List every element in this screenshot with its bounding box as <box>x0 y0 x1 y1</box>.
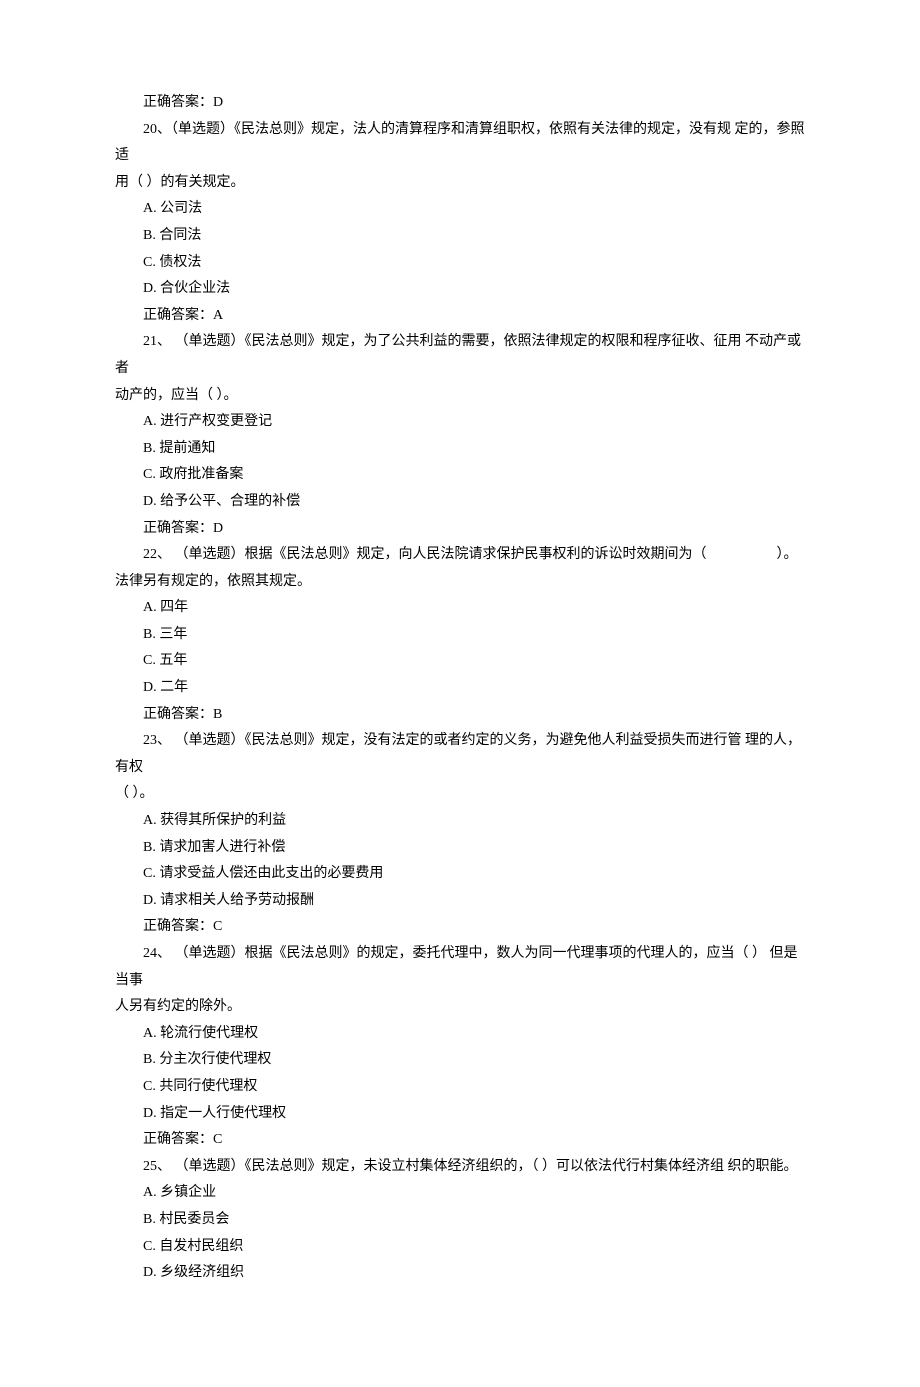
question-type: （单选题） <box>171 334 245 349</box>
option-a: A. 获得其所保护的利益 <box>115 808 805 835</box>
answer-line: 正确答案：D <box>115 516 805 543</box>
option-d: D. 乡级经济组织 <box>115 1260 805 1287</box>
option-c: C. 债权法 <box>115 250 805 277</box>
answer-value: A <box>213 308 223 323</box>
question-text: 根据《民法总则》规定，向人民法院请求保护民事权利的诉讼时效期间为（ ）。 <box>245 547 798 562</box>
option-c: C. 五年 <box>115 648 805 675</box>
question-stem: 20、（单选题）《民法总则》规定，法人的清算程序和清算组职权，依照有关法律的规定… <box>115 117 805 170</box>
answer-line: 正确答案：C <box>115 914 805 941</box>
question-stem: 22、 （单选题）根据《民法总则》规定，向人民法院请求保护民事权利的诉讼时效期间… <box>115 542 805 569</box>
option-c: C. 请求受益人偿还由此支出的必要费用 <box>115 861 805 888</box>
option-b: B. 村民委员会 <box>115 1207 805 1234</box>
option-d: D. 二年 <box>115 675 805 702</box>
answer-value: B <box>213 707 222 722</box>
answer-line: 正确答案：B <box>115 702 805 729</box>
question-number: 21、 <box>143 334 171 349</box>
question-number: 20、 <box>143 122 171 137</box>
answer-label: 正确答案： <box>143 308 213 323</box>
question-number: 23、 <box>143 733 171 748</box>
question-stem-cont: 人另有约定的除外。 <box>115 994 805 1021</box>
option-b: B. 提前通知 <box>115 436 805 463</box>
option-d: D. 合伙企业法 <box>115 276 805 303</box>
question-number: 22、 <box>143 547 171 562</box>
answer-label: 正确答案： <box>143 707 213 722</box>
document-page: 正确答案：D 20、（单选题）《民法总则》规定，法人的清算程序和清算组职权，依照… <box>0 0 920 1387</box>
question-stem: 25、 （单选题）《民法总则》规定，未设立村集体经济组织的，（ ）可以依法代行村… <box>115 1154 805 1181</box>
answer-label: 正确答案： <box>143 919 213 934</box>
option-b: B. 分主次行使代理权 <box>115 1047 805 1074</box>
question-stem-cont: （ ）。 <box>115 781 805 808</box>
question-stem: 21、 （单选题）《民法总则》规定，为了公共利益的需要，依照法律规定的权限和程序… <box>115 329 805 382</box>
question-number: 25、 <box>143 1159 171 1174</box>
option-b: B. 请求加害人进行补偿 <box>115 835 805 862</box>
question-stem-cont: 动产的，应当（ ）。 <box>115 383 805 410</box>
question-stem: 23、 （单选题）《民法总则》规定，没有法定的或者约定的义务，为避免他人利益受损… <box>115 728 805 781</box>
answer-label: 正确答案： <box>143 521 213 536</box>
answer-label: 正确答案： <box>143 95 213 110</box>
answer-value: C <box>213 1132 222 1147</box>
option-b: B. 三年 <box>115 622 805 649</box>
question-number: 24、 <box>143 946 171 961</box>
option-a: A. 四年 <box>115 595 805 622</box>
answer-value: D <box>213 95 223 110</box>
answer-value: C <box>213 919 222 934</box>
option-a: A. 进行产权变更登记 <box>115 409 805 436</box>
answer-line: 正确答案：C <box>115 1127 805 1154</box>
option-c: C. 政府批准备案 <box>115 462 805 489</box>
question-type: （单选题） <box>171 122 234 137</box>
option-a: A. 乡镇企业 <box>115 1180 805 1207</box>
option-d: D. 给予公平、合理的补偿 <box>115 489 805 516</box>
option-d: D. 请求相关人给予劳动报酬 <box>115 888 805 915</box>
question-type: （单选题） <box>171 547 245 562</box>
question-stem-cont: 用（ ）的有关规定。 <box>115 170 805 197</box>
answer-value: D <box>213 521 223 536</box>
option-a: A. 公司法 <box>115 196 805 223</box>
answer-label: 正确答案： <box>143 1132 213 1147</box>
answer-line: 正确答案：A <box>115 303 805 330</box>
preanswer-line: 正确答案：D <box>115 90 805 117</box>
option-b: B. 合同法 <box>115 223 805 250</box>
question-text: 《民法总则》规定，未设立村集体经济组织的，（ ）可以依法代行村集体经济组 织的职… <box>245 1159 798 1174</box>
option-d: D. 指定一人行使代理权 <box>115 1101 805 1128</box>
question-type: （单选题） <box>171 946 245 961</box>
question-type: （单选题） <box>171 1159 245 1174</box>
option-c: C. 自发村民组织 <box>115 1234 805 1261</box>
option-c: C. 共同行使代理权 <box>115 1074 805 1101</box>
question-stem-cont: 法律另有规定的，依照其规定。 <box>115 569 805 596</box>
option-a: A. 轮流行使代理权 <box>115 1021 805 1048</box>
question-stem: 24、 （单选题）根据《民法总则》的规定，委托代理中，数人为同一代理事项的代理人… <box>115 941 805 994</box>
question-type: （单选题） <box>171 733 245 748</box>
